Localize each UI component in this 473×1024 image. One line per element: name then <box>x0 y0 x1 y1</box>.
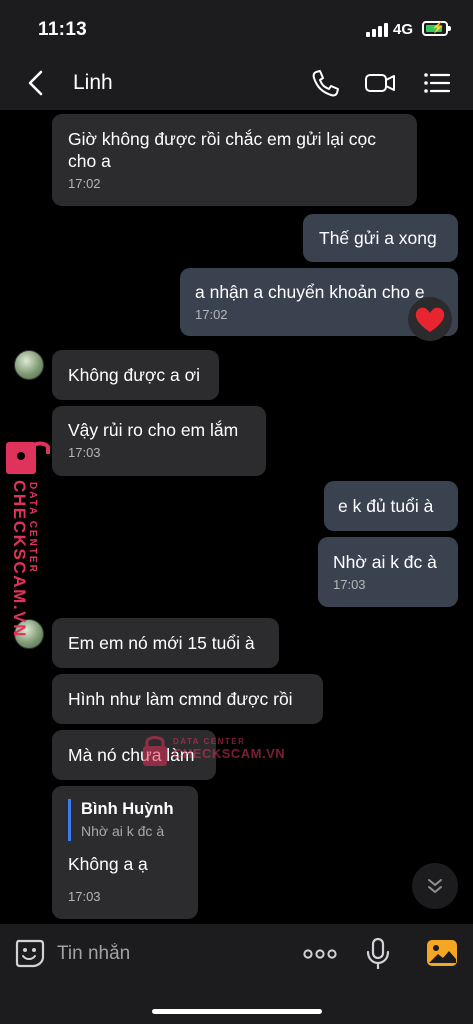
video-camera-icon <box>365 74 395 92</box>
message-input[interactable] <box>57 942 287 966</box>
message-bubble[interactable]: Giờ không được rồi chắc em gửi lại cọc c… <box>52 114 417 206</box>
chat-header: Linh <box>0 56 473 110</box>
message-text: Giờ không được rồi chắc em gửi lại cọc c… <box>68 129 377 171</box>
message-time: 17:03 <box>333 577 366 592</box>
padlock-icon <box>143 736 167 766</box>
watermark-side: DATA CENTER CHECKSCAM.VN <box>2 440 52 760</box>
heart-reaction[interactable] <box>408 297 452 341</box>
message-bubble[interactable]: Thế gửi a xong <box>303 214 458 262</box>
message-bubble[interactable]: e k đủ tuổi à <box>324 481 458 531</box>
photo-gallery-icon <box>427 940 457 966</box>
status-bar: 11:13 4G ⚡ <box>0 0 473 56</box>
message-bubble[interactable]: Nhờ ai k đc à 17:03 <box>318 537 458 607</box>
chat-menu-button[interactable] <box>421 68 453 98</box>
message-composer <box>0 924 473 1024</box>
message-text: e k đủ tuổi à <box>338 496 434 516</box>
microphone-icon <box>366 937 390 969</box>
battery-icon: ⚡ <box>422 21 451 36</box>
heart-icon <box>415 307 445 332</box>
message-text: Không a ạ <box>68 854 148 874</box>
message-text: Không được a ơi <box>68 365 200 385</box>
watermark-brand: CHECKSCAM.VN <box>10 480 29 639</box>
message-text: a nhận a chuyển khoản cho e <box>195 282 425 302</box>
message-time: 17:02 <box>68 176 101 191</box>
watermark-brand: CHECKSCAM.VN <box>173 746 286 761</box>
signal-icon <box>366 23 388 37</box>
contact-name[interactable]: Linh <box>73 71 113 95</box>
reply-message-bubble[interactable]: Bình Huỳnh Nhờ ai k đc à Không a ạ 17:03 <box>52 786 198 919</box>
back-arrow-icon <box>28 70 43 96</box>
list-menu-icon <box>424 73 451 93</box>
voice-message-button[interactable] <box>364 936 392 972</box>
scroll-to-bottom-button[interactable] <box>412 863 458 909</box>
call-button[interactable] <box>309 68 341 98</box>
contact-avatar[interactable] <box>14 350 44 380</box>
status-time: 11:13 <box>38 19 88 40</box>
home-indicator <box>152 1009 322 1014</box>
video-call-button[interactable] <box>364 68 396 98</box>
message-bubble[interactable]: Không được a ơi <box>52 350 219 400</box>
message-text: Nhờ ai k đc à <box>333 552 437 572</box>
message-time: 17:02 <box>195 307 228 322</box>
message-bubble[interactable]: Hình như làm cmnd được rồi <box>52 674 323 724</box>
quoted-text: Nhờ ai k đc à <box>81 823 165 839</box>
quoted-message[interactable]: Bình Huỳnh Nhờ ai k đc à <box>68 799 182 841</box>
message-list[interactable]: Giờ không được rồi chắc em gửi lại cọc c… <box>0 110 473 924</box>
watermark-label: DATA CENTER <box>173 737 246 746</box>
padlock-icon <box>6 441 50 474</box>
emoji-icon <box>15 939 45 968</box>
message-time: 17:03 <box>68 889 101 904</box>
photo-picker-button[interactable] <box>425 937 459 969</box>
phone-icon <box>312 70 339 97</box>
message-bubble[interactable]: Em em nó mới 15 tuổi à <box>52 618 279 668</box>
message-bubble[interactable]: Vậy rủi ro cho em lắm 17:03 <box>52 406 266 476</box>
more-options-button[interactable] <box>302 944 338 964</box>
chevrons-down-icon <box>428 879 442 893</box>
watermark-center: DATA CENTER CHECKSCAM.VN <box>140 732 300 772</box>
quoted-sender: Bình Huỳnh <box>81 800 174 818</box>
more-dots-icon <box>303 949 337 959</box>
message-time: 17:03 <box>68 445 101 460</box>
emoji-button[interactable] <box>13 937 45 969</box>
message-text: Thế gửi a xong <box>319 228 437 248</box>
back-button[interactable] <box>22 68 50 98</box>
message-text: Hình như làm cmnd được rồi <box>68 689 293 709</box>
network-type: 4G <box>393 21 414 38</box>
message-text: Em em nó mới 15 tuổi à <box>68 633 255 653</box>
message-text: Vậy rủi ro cho em lắm <box>68 420 239 440</box>
